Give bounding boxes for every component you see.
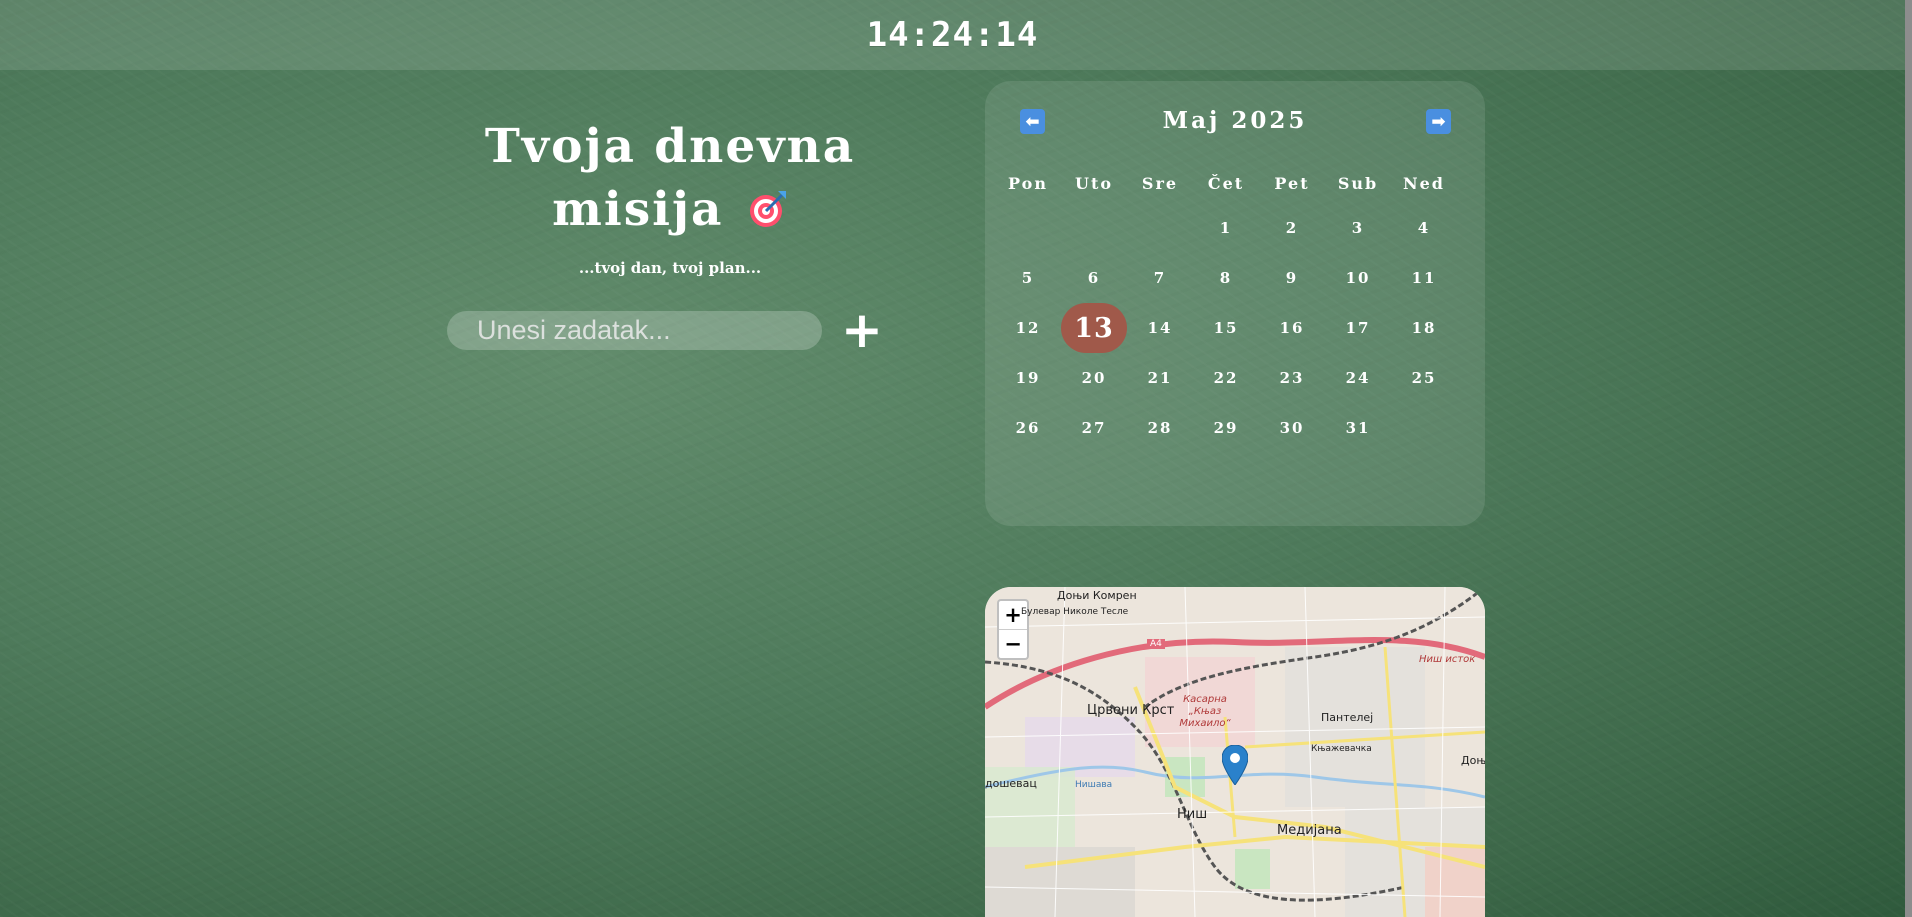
calendar-day	[1391, 403, 1457, 453]
calendar-day[interactable]: 31	[1325, 403, 1391, 453]
calendar-day[interactable]: 10	[1325, 253, 1391, 303]
mission-panel: Tvoja dnevna misija ...tvoj dan, tvoj pl…	[440, 115, 900, 277]
calendar-day[interactable]: 19	[995, 353, 1061, 403]
calendar-day[interactable]: 4	[1391, 203, 1457, 253]
calendar-day[interactable]: 23	[1259, 353, 1325, 403]
next-month-button[interactable]: ➡	[1426, 109, 1451, 134]
calendar-day[interactable]: 20	[1061, 353, 1127, 403]
calendar-day[interactable]: 9	[1259, 253, 1325, 303]
calendar-day[interactable]: 5	[995, 253, 1061, 303]
title-line-1: Tvoja dnevna	[484, 119, 856, 174]
calendar-day[interactable]: 14	[1127, 303, 1193, 353]
clock-bar: 14:24:14	[0, 0, 1905, 70]
calendar: ⬅ Maj 2025 ➡ Pon Uto Sre Čet Pet Sub Ned…	[985, 81, 1485, 526]
calendar-day[interactable]: 26	[995, 403, 1061, 453]
calendar-day[interactable]: 7	[1127, 253, 1193, 303]
calendar-day[interactable]: 27	[1061, 403, 1127, 453]
clock: 14:24:14	[866, 15, 1039, 55]
map-label: Ниш исток	[1419, 654, 1476, 665]
scrollbar-thumb[interactable]	[1905, 0, 1912, 917]
calendar-day-label: 13	[1061, 303, 1127, 353]
calendar-grid: Pon Uto Sre Čet Pet Sub Ned 1 2 3 4 5 6 7 8 9 10 1…	[995, 163, 1457, 453]
map-label: Пантелеј	[1321, 711, 1374, 724]
month-title: Maj 2025	[1162, 107, 1308, 134]
map[interactable]: + − Доњи Комрен Булевар Николе Тесле A4 …	[985, 587, 1485, 917]
calendar-day[interactable]: 18	[1391, 303, 1457, 353]
calendar-day[interactable]: 29	[1193, 403, 1259, 453]
calendar-day[interactable]: 24	[1325, 353, 1391, 403]
map-label: Касарна „Књаз Михаило“	[1179, 694, 1231, 729]
calendar-day[interactable]: 21	[1127, 353, 1193, 403]
calendar-day[interactable]: 28	[1127, 403, 1193, 453]
calendar-day[interactable]: 25	[1391, 353, 1457, 403]
calendar-day-today[interactable]: 13	[1061, 303, 1127, 353]
task-input[interactable]	[447, 310, 822, 350]
map-label: A4	[1147, 639, 1165, 649]
weekday-label: Pet	[1274, 173, 1310, 193]
calendar-day[interactable]: 11	[1391, 253, 1457, 303]
map-label: Доњ	[1461, 754, 1485, 767]
add-task-button[interactable]: +	[840, 305, 884, 355]
weekday-label: Ned	[1403, 173, 1445, 193]
weekday-label: Čet	[1207, 173, 1245, 193]
weekday-label: Uto	[1074, 173, 1113, 193]
calendar-day[interactable]: 8	[1193, 253, 1259, 303]
weekday-label: Pon	[1008, 173, 1048, 193]
chalkboard-texture	[0, 0, 1912, 917]
calendar-day[interactable]: 16	[1259, 303, 1325, 353]
calendar-day[interactable]: 22	[1193, 353, 1259, 403]
weekday-label: Sub	[1337, 173, 1379, 193]
map-label: дошевац	[985, 777, 1037, 790]
weekday-label: Sre	[1141, 173, 1179, 193]
map-label: Књажевачка	[1311, 744, 1372, 754]
calendar-day	[1061, 203, 1127, 253]
calendar-day[interactable]: 17	[1325, 303, 1391, 353]
calendar-day	[995, 203, 1061, 253]
map-label: Медијана	[1277, 823, 1342, 838]
calendar-day[interactable]: 6	[1061, 253, 1127, 303]
zoom-out-button[interactable]: −	[999, 629, 1027, 658]
map-label: Ниш	[1177, 807, 1208, 822]
map-label: Нишава	[1075, 780, 1113, 790]
calendar-day[interactable]: 2	[1259, 203, 1325, 253]
map-label: Црвени Крст	[1087, 703, 1175, 718]
calendar-day[interactable]: 12	[995, 303, 1061, 353]
task-entry-row: +	[447, 305, 884, 355]
calendar-day[interactable]: 15	[1193, 303, 1259, 353]
calendar-day[interactable]: 3	[1325, 203, 1391, 253]
map-label: Булевар Николе Тесле	[1021, 607, 1129, 617]
title-line-2: misija	[552, 182, 724, 237]
location-marker-icon[interactable]	[1222, 745, 1248, 785]
subtitle: ...tvoj dan, tvoj plan...	[578, 259, 762, 277]
calendar-day[interactable]: 1	[1193, 203, 1259, 253]
target-icon	[749, 191, 786, 227]
calendar-day	[1127, 203, 1193, 253]
calendar-day[interactable]: 30	[1259, 403, 1325, 453]
page-title: Tvoja dnevna misija	[440, 115, 900, 241]
map-label: Доњи Комрен	[1057, 589, 1137, 602]
